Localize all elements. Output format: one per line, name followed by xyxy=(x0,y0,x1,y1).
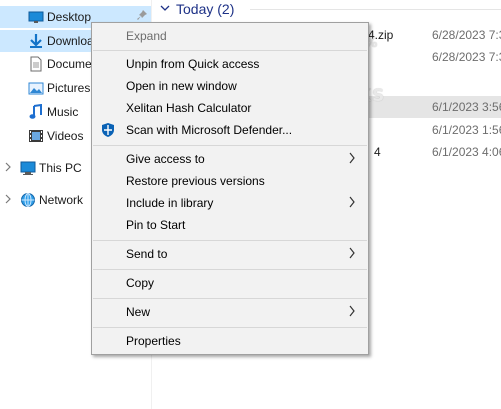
file-date: 6/1/2023 4:06 xyxy=(432,145,501,159)
menu-separator xyxy=(93,269,367,270)
file-date: 6/28/2023 7:3 xyxy=(432,50,501,64)
defender-shield-icon xyxy=(100,122,116,138)
menu-separator xyxy=(93,298,367,299)
group-label: Today (2) xyxy=(176,1,235,17)
file-name: 4 xyxy=(374,145,381,159)
menu-item-label: Send to xyxy=(126,247,168,261)
network-icon xyxy=(20,192,36,208)
sidebar-item-label: Videos xyxy=(47,129,84,143)
menu-item-restore-versions[interactable]: Restore previous versions xyxy=(92,170,368,192)
menu-item-hash-calculator[interactable]: Xelitan Hash Calculator xyxy=(92,97,368,119)
menu-separator xyxy=(93,145,367,146)
menu-item-label: Properties xyxy=(126,334,181,348)
videos-icon xyxy=(28,128,44,144)
menu-item-label: Copy xyxy=(126,276,155,290)
menu-item-label: Unpin from Quick access xyxy=(126,57,260,71)
menu-item-unpin-quick-access[interactable]: Unpin from Quick access xyxy=(92,53,368,75)
file-name: 4.zip xyxy=(368,28,394,42)
group-header-today[interactable]: Today (2) xyxy=(160,0,234,18)
desktop-icon xyxy=(28,9,44,25)
menu-item-properties[interactable]: Properties xyxy=(92,330,368,352)
music-icon xyxy=(28,103,44,120)
menu-item-label: Xelitan Hash Calculator xyxy=(126,101,252,115)
chevron-right-icon[interactable] xyxy=(3,194,13,207)
menu-separator xyxy=(93,50,367,51)
chevron-right-icon[interactable] xyxy=(3,162,13,175)
menu-item-label: Expand xyxy=(126,29,167,43)
menu-item-label: Include in library xyxy=(126,196,214,210)
chevron-right-icon xyxy=(348,246,358,260)
menu-item-copy[interactable]: Copy xyxy=(92,272,368,294)
chevron-right-icon xyxy=(348,195,358,209)
sidebar-item-label: Music xyxy=(47,105,79,119)
context-menu: Expand Unpin from Quick access Open in n… xyxy=(91,22,369,355)
download-icon xyxy=(28,33,44,49)
menu-item-new[interactable]: New xyxy=(92,301,368,323)
computer-icon xyxy=(20,160,36,176)
sidebar-item-label: Desktop xyxy=(47,10,92,24)
chevron-right-icon xyxy=(348,151,358,165)
menu-separator xyxy=(93,240,367,241)
menu-item-give-access[interactable]: Give access to xyxy=(92,148,368,170)
menu-item-scan-defender[interactable]: Scan with Microsoft Defender... xyxy=(92,119,368,141)
file-date: 6/1/2023 1:56 xyxy=(432,123,501,137)
chevron-right-icon xyxy=(348,304,358,318)
menu-item-include-library[interactable]: Include in library xyxy=(92,192,368,214)
menu-separator xyxy=(93,327,367,328)
menu-item-label: Restore previous versions xyxy=(126,174,265,188)
menu-item-label: Pin to Start xyxy=(126,218,186,232)
file-date: 6/28/2023 7:3 xyxy=(432,28,501,42)
menu-item-open-new-window[interactable]: Open in new window xyxy=(92,75,368,97)
file-date: 6/1/2023 3:56 xyxy=(432,100,501,114)
menu-item-pin-start[interactable]: Pin to Start xyxy=(92,214,368,236)
sidebar-item-label: Pictures xyxy=(47,81,91,95)
document-icon xyxy=(28,56,44,72)
sidebar-item-label: Network xyxy=(39,193,84,207)
menu-item-label: Give access to xyxy=(126,152,205,166)
group-divider xyxy=(250,9,501,10)
pictures-icon xyxy=(28,80,44,96)
menu-item-label: New xyxy=(126,305,151,319)
menu-item-label: Open in new window xyxy=(126,79,237,93)
menu-item-label: Scan with Microsoft Defender... xyxy=(126,123,293,137)
menu-item-expand[interactable]: Expand xyxy=(92,25,368,47)
menu-item-send-to[interactable]: Send to xyxy=(92,243,368,265)
sidebar-item-label: This PC xyxy=(39,161,82,175)
chevron-down-icon[interactable] xyxy=(160,3,170,15)
